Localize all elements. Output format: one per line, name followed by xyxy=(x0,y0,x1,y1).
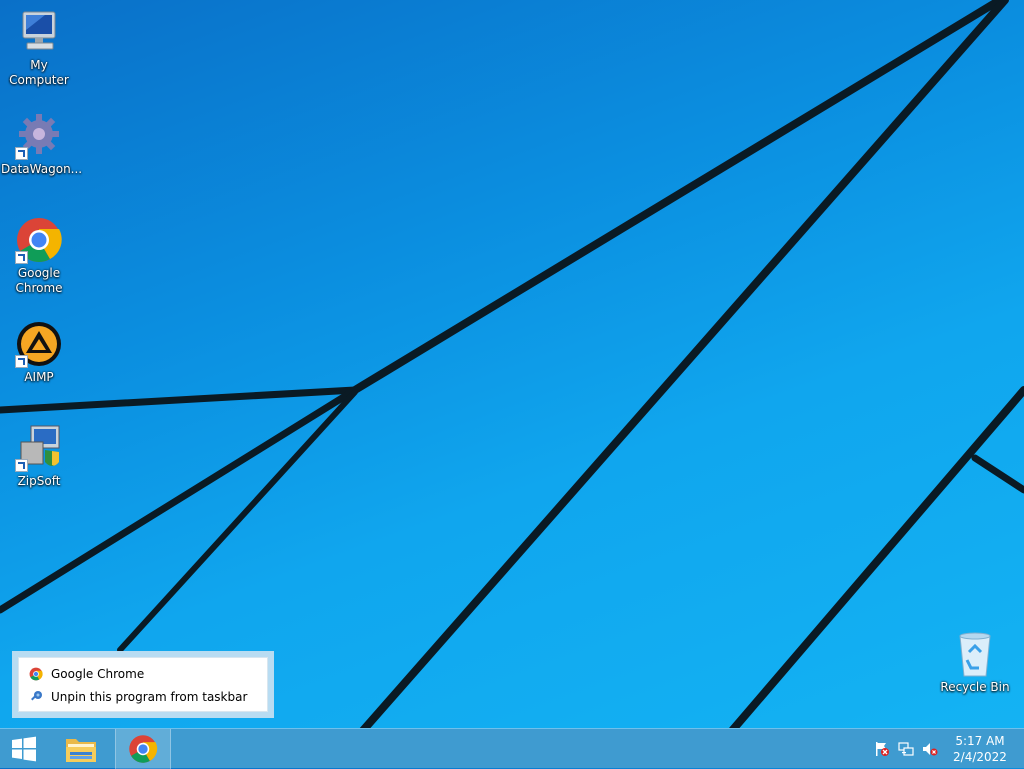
volume-muted-icon[interactable] xyxy=(922,741,938,757)
file-explorer-button[interactable] xyxy=(57,729,105,769)
jumplist-item-label: Unpin this program from taskbar xyxy=(51,689,248,704)
installer-icon xyxy=(15,424,63,472)
clock-time: 5:17 AM xyxy=(955,734,1005,748)
chrome-icon xyxy=(29,667,43,680)
start-button[interactable] xyxy=(0,729,48,769)
gear-icon xyxy=(15,112,63,160)
recycle-bin-icon xyxy=(951,630,999,678)
clock-date: 2/4/2022 xyxy=(953,750,1007,764)
desktop-icon-label: DataWagon... xyxy=(1,162,83,176)
jumplist-item-label: Google Chrome xyxy=(51,666,145,681)
jumplist-item-unpin[interactable]: Unpin this program from taskbar xyxy=(19,685,267,708)
folder-icon xyxy=(66,739,96,762)
windows-logo-icon xyxy=(12,736,36,762)
desktop-icon-label: AIMP xyxy=(24,370,54,384)
shortcut-arrow-icon xyxy=(15,147,28,160)
chrome-icon xyxy=(15,216,63,264)
desktop-icon-aimp[interactable]: AIMP xyxy=(1,320,77,385)
taskbar-clock[interactable]: 5:17 AM 2/4/2022 xyxy=(944,733,1016,765)
desktop-icon-label: Google Chrome xyxy=(15,266,63,295)
aimp-icon xyxy=(15,320,63,368)
desktop-icon-my-computer[interactable]: My Computer xyxy=(1,8,77,88)
chrome-taskbar-button[interactable] xyxy=(115,729,171,769)
jumplist-menu: Google Chrome Unpin this program from ta… xyxy=(18,657,268,712)
shortcut-arrow-icon xyxy=(15,355,28,368)
desktop-icon-recycle-bin[interactable]: Recycle Bin xyxy=(937,630,1013,695)
computer-icon xyxy=(15,8,63,56)
taskbar: 5:17 AM 2/4/2022 xyxy=(0,728,1024,769)
shortcut-arrow-icon xyxy=(15,251,28,264)
desktop-icon-datawagon[interactable]: DataWagon... xyxy=(1,112,83,177)
chrome-icon xyxy=(129,735,158,763)
desktop-icon-label: ZipSoft xyxy=(17,474,61,488)
desktop-icon-google-chrome[interactable]: Google Chrome xyxy=(1,216,77,296)
jumplist-item-open-chrome[interactable]: Google Chrome xyxy=(19,662,267,685)
action-center-flag-icon[interactable] xyxy=(874,741,890,757)
desktop-icon-zipsoft[interactable]: ZipSoft xyxy=(1,424,77,489)
network-icon[interactable] xyxy=(898,741,914,757)
taskbar-jumplist: Google Chrome Unpin this program from ta… xyxy=(12,651,274,718)
desktop-icon-label: My Computer xyxy=(9,58,69,87)
unpin-icon xyxy=(31,690,42,700)
desktop-icon-label: Recycle Bin xyxy=(940,680,1010,694)
shortcut-arrow-icon xyxy=(15,459,28,472)
